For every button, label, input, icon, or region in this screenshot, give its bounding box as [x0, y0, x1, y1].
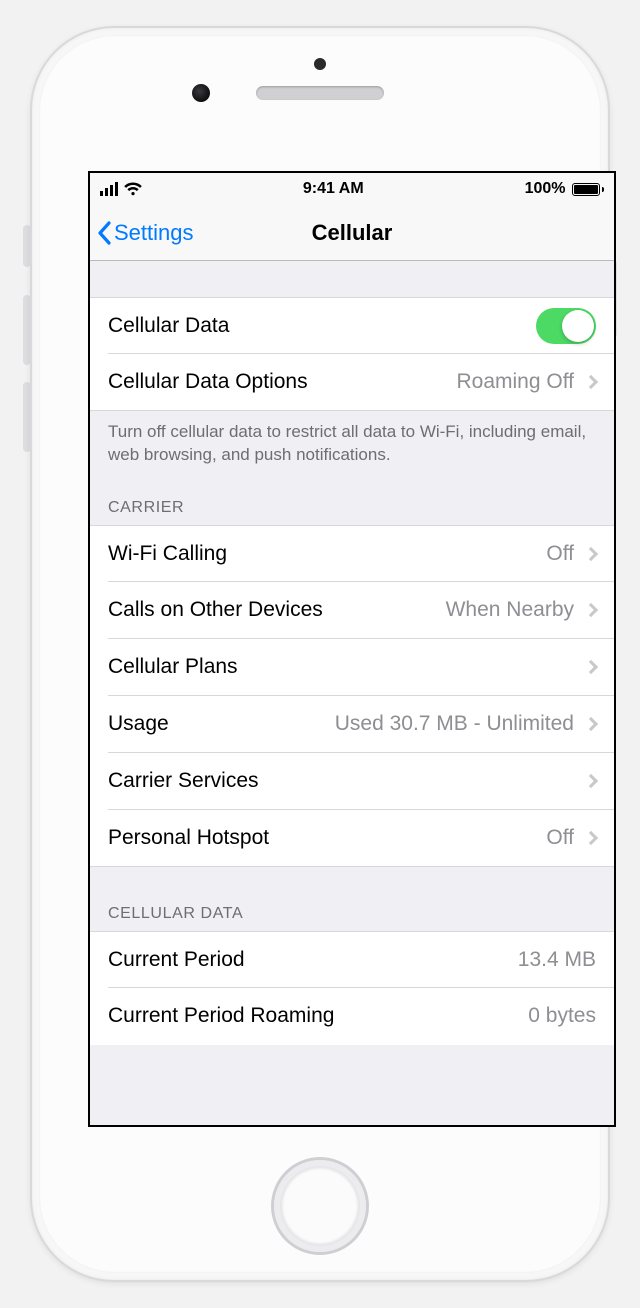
chevron-right-icon [584, 375, 598, 389]
usage-row[interactable]: Usage Used 30.7 MB - Unlimited [90, 696, 614, 753]
iphone-frame: 9:41 AM 100% Settings Cellular [32, 28, 608, 1280]
cellular-data-header: CELLULAR DATA [90, 867, 614, 931]
battery-icon [572, 183, 605, 196]
current-period-label: Current Period [108, 948, 518, 972]
back-label: Settings [114, 220, 194, 246]
personal-hotspot-row[interactable]: Personal Hotspot Off [90, 810, 614, 867]
chevron-right-icon [584, 774, 598, 788]
chevron-right-icon [584, 547, 598, 561]
calls-other-devices-value: When Nearby [446, 598, 574, 622]
proximity-sensor [314, 58, 326, 70]
chevron-right-icon [584, 660, 598, 674]
cellular-data-options-value: Roaming Off [457, 370, 575, 394]
current-period-roaming-row: Current Period Roaming 0 bytes [90, 988, 614, 1045]
calls-other-devices-row[interactable]: Calls on Other Devices When Nearby [90, 582, 614, 639]
calls-other-devices-label: Calls on Other Devices [108, 598, 446, 622]
status-left [100, 182, 142, 196]
chevron-right-icon [584, 831, 598, 845]
personal-hotspot-label: Personal Hotspot [108, 826, 546, 850]
current-period-value: 13.4 MB [518, 948, 596, 972]
cellular-data-row[interactable]: Cellular Data [90, 297, 614, 354]
status-right: 100% [525, 180, 604, 198]
usage-label: Usage [108, 712, 335, 736]
home-button[interactable] [274, 1160, 366, 1252]
status-bar: 9:41 AM 100% [90, 173, 614, 205]
current-period-row: Current Period 13.4 MB [90, 931, 614, 988]
personal-hotspot-value: Off [546, 826, 574, 850]
battery-percent: 100% [525, 180, 566, 198]
usage-value: Used 30.7 MB - Unlimited [335, 712, 574, 736]
section-gap [90, 261, 614, 297]
cellular-signal-icon [100, 182, 118, 196]
current-period-roaming-label: Current Period Roaming [108, 1004, 528, 1028]
volume-down-button [23, 382, 31, 452]
front-camera [192, 84, 210, 102]
wifi-calling-label: Wi-Fi Calling [108, 542, 546, 566]
cellular-data-footer: Turn off cellular data to restrict all d… [90, 411, 614, 473]
cellular-data-options-row[interactable]: Cellular Data Options Roaming Off [90, 354, 614, 411]
cellular-plans-label: Cellular Plans [108, 655, 580, 679]
earpiece-speaker [256, 86, 384, 100]
current-period-roaming-value: 0 bytes [528, 1004, 596, 1028]
volume-up-button [23, 295, 31, 365]
chevron-right-icon [584, 717, 598, 731]
chevron-left-icon [96, 221, 112, 245]
back-button[interactable]: Settings [96, 205, 194, 260]
screen: 9:41 AM 100% Settings Cellular [88, 171, 616, 1127]
wifi-calling-value: Off [546, 542, 574, 566]
carrier-services-row[interactable]: Carrier Services [90, 753, 614, 810]
page-title: Cellular [312, 220, 393, 246]
cellular-plans-row[interactable]: Cellular Plans [90, 639, 614, 696]
cellular-data-label: Cellular Data [108, 314, 536, 338]
cellular-data-options-label: Cellular Data Options [108, 370, 457, 394]
wifi-calling-row[interactable]: Wi-Fi Calling Off [90, 525, 614, 582]
carrier-services-label: Carrier Services [108, 769, 580, 793]
chevron-right-icon [584, 603, 598, 617]
nav-bar: Settings Cellular [90, 205, 614, 261]
cellular-data-toggle[interactable] [536, 308, 596, 344]
carrier-header: CARRIER [90, 473, 614, 525]
wifi-icon [124, 182, 142, 196]
mute-switch [23, 225, 31, 267]
status-time: 9:41 AM [303, 180, 364, 198]
